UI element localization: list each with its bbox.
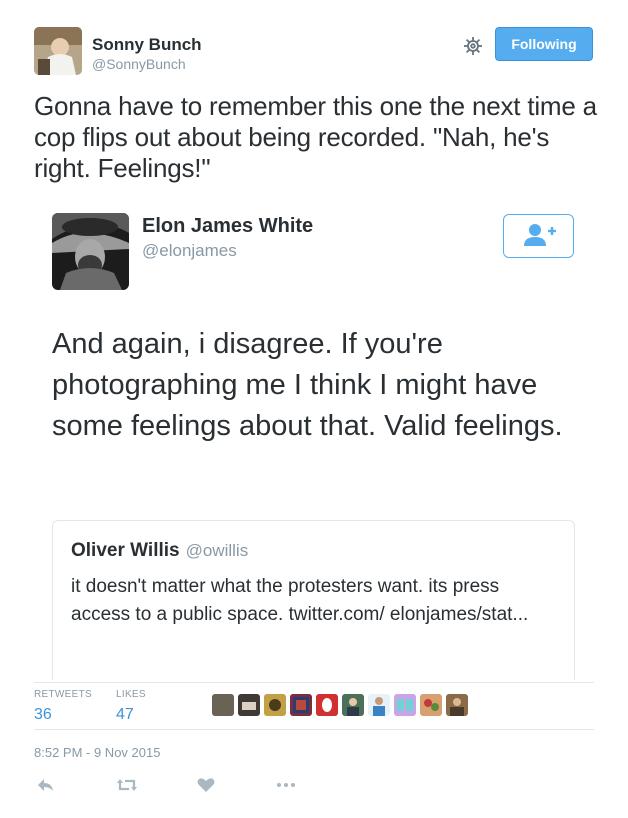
liker-avatar[interactable] — [394, 694, 416, 716]
liker-avatar[interactable] — [238, 694, 260, 716]
following-button[interactable]: Following — [495, 27, 593, 61]
quoted-author-name: Oliver Willis — [71, 540, 180, 561]
tweet-timestamp[interactable]: 8:52 PM - 9 Nov 2015 — [34, 745, 160, 760]
more-icon — [277, 783, 295, 787]
likes-label: LIKES — [116, 689, 146, 700]
follow-user-button[interactable] — [503, 214, 574, 258]
follow-user-icon — [524, 224, 556, 246]
tweet-header: Sonny Bunch @SonnyBunch Following — [34, 27, 594, 77]
liker-avatar[interactable] — [446, 694, 468, 716]
embedded-author-name[interactable]: Elon James White — [142, 215, 313, 238]
liker-avatar[interactable] — [290, 694, 312, 716]
likes-stat[interactable]: LIKES 47 — [116, 689, 146, 724]
retweets-count: 36 — [34, 706, 52, 723]
author-handle[interactable]: @SonnyBunch — [92, 56, 186, 72]
liker-avatar[interactable] — [420, 694, 442, 716]
retweet-icon — [117, 779, 137, 791]
quoted-author-handle: @owillis — [185, 541, 249, 560]
reply-icon — [38, 779, 53, 791]
tweet-text: Gonna have to remember this one the next… — [34, 91, 597, 183]
liker-avatar[interactable] — [368, 694, 390, 716]
retweets-label: RETWEETS — [34, 689, 92, 700]
liker-avatar[interactable] — [316, 694, 338, 716]
divider — [34, 729, 594, 730]
retweets-stat[interactable]: RETWEETS 36 — [34, 689, 92, 724]
embedded-tweet-text: And again, i disagree. If you're photogr… — [52, 328, 563, 442]
embedded-author-handle[interactable]: @elonjames — [142, 241, 237, 261]
more-button[interactable] — [274, 775, 298, 795]
quoted-author: Oliver Willis @owillis — [71, 540, 248, 562]
liker-avatar[interactable] — [342, 694, 364, 716]
retweet-button[interactable] — [115, 775, 139, 795]
liker-avatar[interactable] — [264, 694, 286, 716]
divider — [34, 682, 594, 683]
author-name[interactable]: Sonny Bunch — [92, 35, 202, 55]
quoted-tweet-text: it doesn't matter what the protesters wa… — [71, 576, 529, 625]
gear-icon[interactable] — [462, 35, 484, 57]
reply-button[interactable] — [34, 775, 58, 795]
liker-avatar[interactable] — [212, 694, 234, 716]
likes-count: 47 — [116, 706, 134, 723]
author-avatar[interactable] — [34, 27, 82, 75]
quoted-tweet-card[interactable]: Oliver Willis @owillis it doesn't matter … — [52, 520, 575, 680]
like-button[interactable] — [194, 775, 218, 795]
like-icon — [197, 778, 215, 792]
embedded-author-avatar[interactable] — [52, 213, 129, 290]
